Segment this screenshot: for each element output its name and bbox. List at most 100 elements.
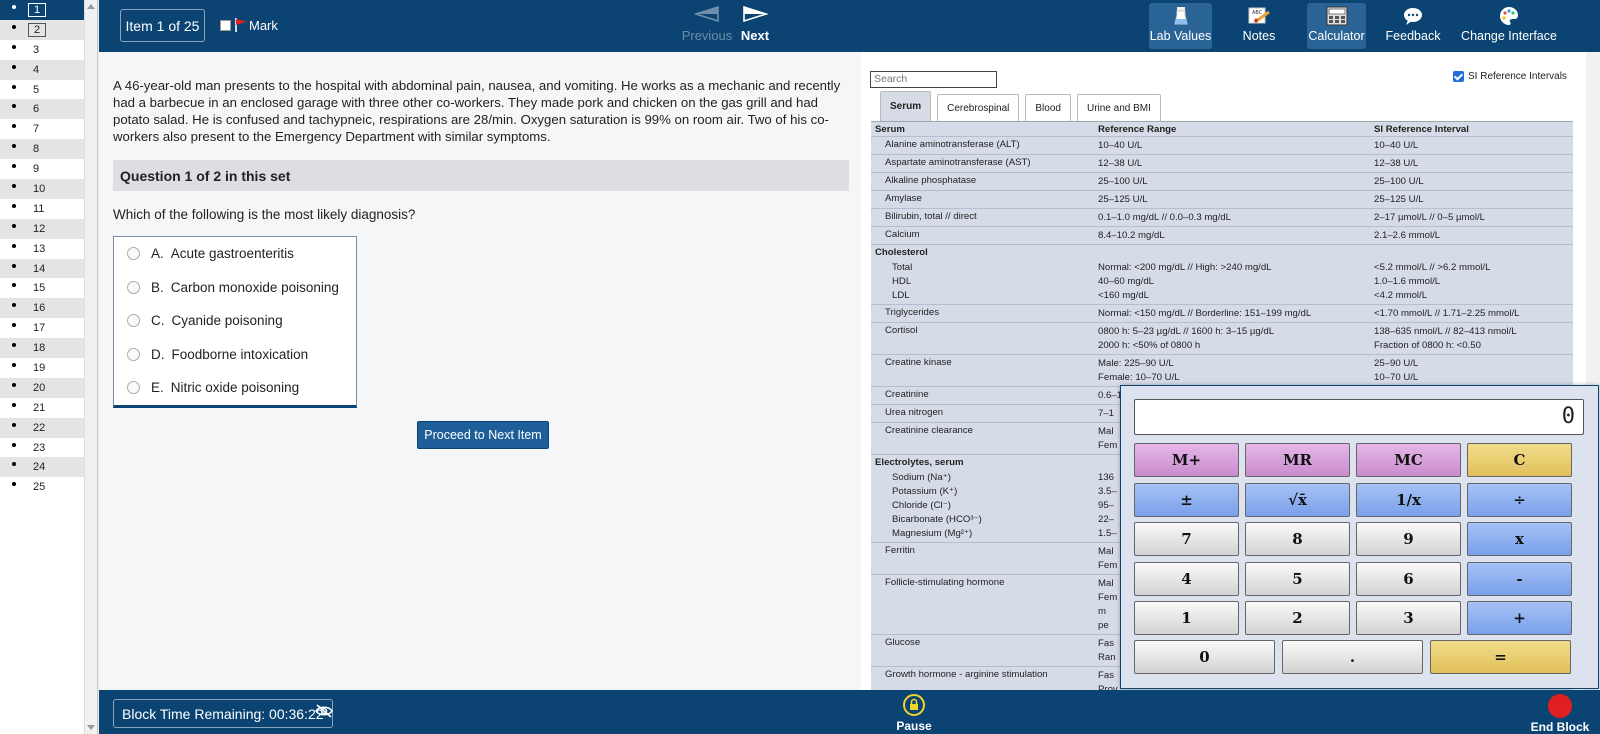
calculator-button[interactable]: Calculator bbox=[1307, 3, 1366, 49]
question-list-scrollbar[interactable] bbox=[84, 0, 97, 734]
hide-timer-icon[interactable] bbox=[315, 704, 333, 718]
calc-key[interactable]: 1 bbox=[1134, 601, 1239, 635]
question-number: 23 bbox=[33, 441, 46, 454]
question-list-item[interactable]: 14 bbox=[0, 258, 85, 279]
question-list-item[interactable]: 18 bbox=[0, 338, 85, 359]
tab-blood[interactable]: Blood bbox=[1025, 94, 1071, 121]
calc-key[interactable]: + bbox=[1467, 601, 1572, 635]
choice-letter: A. bbox=[151, 246, 164, 262]
question-list-item[interactable]: 24 bbox=[0, 457, 85, 478]
question-list-item[interactable]: 4 bbox=[0, 59, 85, 80]
question-list-item[interactable]: 17 bbox=[0, 318, 85, 338]
question-list-item[interactable]: 20 bbox=[0, 377, 85, 398]
calc-key[interactable]: M+ bbox=[1134, 443, 1239, 477]
answer-choice[interactable]: D. Foodborne intoxication bbox=[114, 338, 356, 372]
question-list-item[interactable]: 19 bbox=[0, 358, 85, 378]
stop-icon bbox=[1548, 694, 1572, 718]
lab-values-label: Lab Values bbox=[1149, 29, 1212, 43]
pause-label: Pause bbox=[896, 719, 932, 733]
lab-si: 12–38 U/L bbox=[1374, 155, 1573, 172]
question-list-item[interactable]: 5 bbox=[0, 80, 85, 100]
calc-key[interactable]: 2 bbox=[1245, 601, 1350, 635]
tab-serum[interactable]: Serum bbox=[880, 91, 932, 121]
unanswered-dot-icon bbox=[12, 263, 16, 268]
calc-key[interactable]: - bbox=[1467, 561, 1572, 596]
question-list-item[interactable]: 13 bbox=[0, 239, 85, 259]
scroll-down-icon[interactable] bbox=[87, 725, 95, 730]
lab-row: Aspartate aminotransferase (AST) 12–38 U/… bbox=[871, 155, 1573, 173]
question-list-item[interactable]: 23 bbox=[0, 438, 85, 458]
calc-key[interactable]: x bbox=[1467, 522, 1572, 556]
calc-key[interactable]: . bbox=[1282, 640, 1423, 674]
question-list-item[interactable]: 16 bbox=[0, 298, 85, 319]
lab-si-line: 10–40 U/L bbox=[1374, 140, 1419, 151]
si-checkbox[interactable] bbox=[1453, 71, 1464, 82]
answer-choice[interactable]: E. Nitric oxide poisoning bbox=[114, 371, 356, 405]
calc-key[interactable]: 3 bbox=[1356, 601, 1461, 635]
question-pane: A 46-year-old man presents to the hospit… bbox=[99, 52, 861, 690]
question-list-item[interactable]: 2 bbox=[0, 19, 85, 40]
pause-button[interactable]: Pause bbox=[894, 694, 934, 733]
end-block-button[interactable]: End Block bbox=[1529, 694, 1591, 734]
notes-button[interactable]: ABC Notes bbox=[1228, 3, 1290, 49]
change-interface-button[interactable]: Change Interface bbox=[1461, 3, 1557, 49]
calc-key[interactable]: C bbox=[1467, 443, 1572, 477]
lab-test-name: Follicle-stimulating hormone bbox=[885, 577, 1005, 588]
lab-range: Normal: <150 mg/dL // Borderline: 151–19… bbox=[1098, 305, 1374, 322]
lab-search-input[interactable]: Search bbox=[870, 71, 997, 88]
question-list-item[interactable]: 22 bbox=[0, 417, 85, 438]
calc-key[interactable]: = bbox=[1430, 640, 1571, 674]
question-list-item[interactable]: 21 bbox=[0, 398, 85, 418]
question-list-item[interactable]: 25 bbox=[0, 477, 85, 497]
radio-button[interactable] bbox=[127, 280, 140, 294]
proceed-to-next-item-button[interactable]: Proceed to Next Item bbox=[417, 421, 549, 449]
lab-test-name-line: Total bbox=[892, 262, 913, 273]
calc-key[interactable]: ± bbox=[1134, 482, 1239, 517]
question-list-item[interactable]: 3 bbox=[0, 40, 85, 60]
tab-urine-bmi[interactable]: Urine and BMI bbox=[1076, 94, 1161, 121]
calc-key[interactable]: 9 bbox=[1356, 522, 1461, 556]
question-list-item[interactable]: 1 bbox=[0, 0, 85, 20]
question-list-item[interactable]: 12 bbox=[0, 218, 85, 239]
answer-choice[interactable]: A. Acute gastroenteritis bbox=[114, 237, 356, 271]
si-reference-toggle[interactable]: SI Reference Intervals bbox=[1453, 71, 1567, 82]
question-list-item[interactable]: 10 bbox=[0, 179, 85, 199]
calc-key[interactable]: 0 bbox=[1134, 640, 1275, 674]
calc-key[interactable]: 1/x bbox=[1356, 482, 1461, 517]
answer-choice[interactable]: B. Carbon monoxide poisoning bbox=[114, 271, 356, 305]
calc-key[interactable]: 5 bbox=[1245, 561, 1350, 596]
lab-values-button[interactable]: Lab Values bbox=[1149, 3, 1212, 49]
calc-key[interactable]: 7 bbox=[1134, 522, 1239, 556]
scroll-up-icon[interactable] bbox=[87, 4, 95, 9]
feedback-button[interactable]: Feedback bbox=[1381, 3, 1445, 49]
radio-button[interactable] bbox=[127, 381, 140, 395]
answer-choice[interactable]: C. Cyanide poisoning bbox=[114, 304, 356, 338]
lab-si: 25–90 U/L 10–70 U/L bbox=[1374, 355, 1573, 386]
calc-key[interactable]: 4 bbox=[1134, 561, 1239, 596]
calc-key[interactable]: √x̄ bbox=[1245, 482, 1350, 517]
mark-checkbox[interactable] bbox=[220, 19, 231, 31]
calc-key[interactable]: 8 bbox=[1245, 522, 1350, 556]
question-list-item[interactable]: 15 bbox=[0, 278, 85, 298]
question-number: 20 bbox=[33, 381, 46, 394]
calc-key[interactable]: MC bbox=[1356, 443, 1461, 477]
calc-key[interactable]: ÷ bbox=[1467, 482, 1572, 517]
mark-toggle[interactable]: Mark bbox=[220, 17, 278, 33]
question-number: 1 bbox=[28, 2, 47, 17]
calc-key[interactable]: MR bbox=[1245, 443, 1350, 477]
next-button[interactable]: Next bbox=[725, 5, 785, 43]
radio-button[interactable] bbox=[127, 314, 140, 328]
calc-key[interactable]: 6 bbox=[1356, 561, 1461, 596]
lab-row: Calcium 8.4–10.2 mg/dL 2.1–2.6 mmol/L bbox=[871, 227, 1573, 245]
question-number: 21 bbox=[33, 401, 46, 414]
question-list-item[interactable]: 7 bbox=[0, 119, 85, 139]
question-list-item[interactable]: 8 bbox=[0, 139, 85, 160]
tab-cerebrospinal[interactable]: Cerebrospinal bbox=[937, 94, 1020, 121]
unanswered-dot-icon bbox=[12, 203, 16, 208]
question-list-item[interactable]: 9 bbox=[0, 159, 85, 179]
radio-button[interactable] bbox=[127, 247, 140, 261]
question-list-item[interactable]: 6 bbox=[0, 99, 85, 120]
question-number: 8 bbox=[33, 143, 40, 156]
radio-button[interactable] bbox=[127, 347, 140, 361]
question-list-item[interactable]: 11 bbox=[0, 199, 85, 219]
